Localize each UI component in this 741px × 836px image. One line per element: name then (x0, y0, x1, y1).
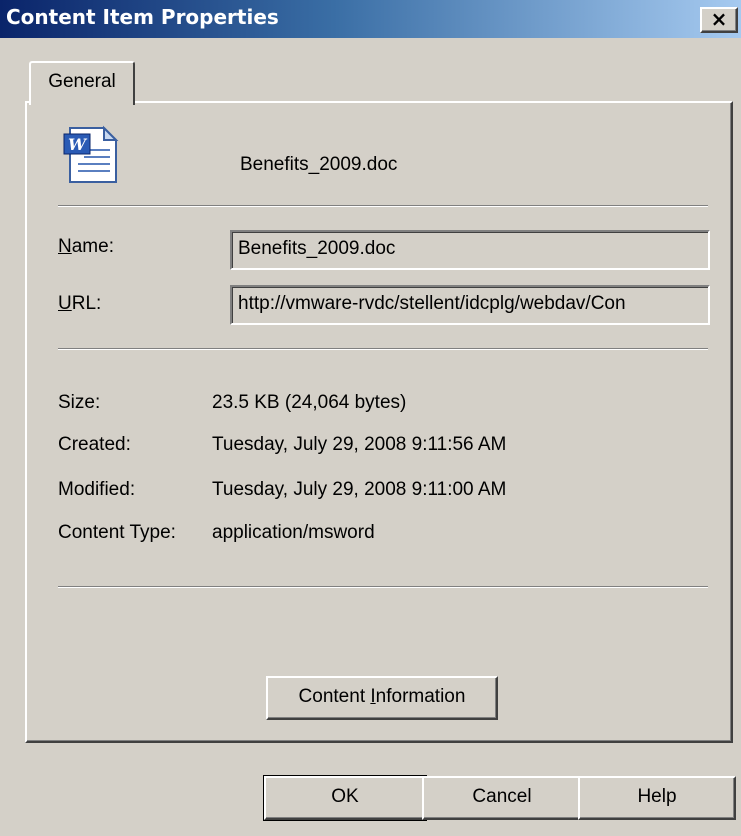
cancel-button[interactable]: Cancel (422, 776, 582, 820)
tab-general[interactable]: General (29, 61, 135, 105)
size-label: Size: (58, 392, 101, 413)
window-title: Content Item Properties (6, 5, 279, 29)
content-type-label: Content Type: (58, 522, 176, 543)
header-filename: Benefits_2009.doc (240, 154, 398, 175)
separator (58, 348, 708, 350)
close-button[interactable]: × (700, 7, 738, 33)
modified-label: Modified: (58, 479, 136, 500)
size-value: 23.5 KB (24,064 bytes) (212, 392, 407, 413)
content-type-value: application/msword (212, 522, 375, 543)
help-button[interactable]: Help (578, 776, 736, 820)
title-bar: Content Item Properties × (0, 0, 741, 38)
name-field[interactable]: Benefits_2009.doc (230, 230, 710, 270)
separator (58, 586, 708, 588)
modified-value: Tuesday, July 29, 2008 9:11:00 AM (212, 479, 507, 500)
svg-text:W: W (68, 135, 88, 154)
name-label: Name: (58, 236, 114, 257)
word-document-icon: W (63, 125, 119, 183)
url-field[interactable]: http://vmware-rvdc/stellent/idcplg/webda… (230, 285, 710, 325)
created-value: Tuesday, July 29, 2008 9:11:56 AM (212, 434, 507, 455)
url-label: URL: (58, 293, 102, 314)
ok-button[interactable]: OK (263, 775, 427, 821)
created-label: Created: (58, 434, 131, 455)
separator (58, 205, 708, 207)
content-information-button[interactable]: Content Information (266, 676, 498, 720)
tab-panel-general (25, 101, 733, 743)
